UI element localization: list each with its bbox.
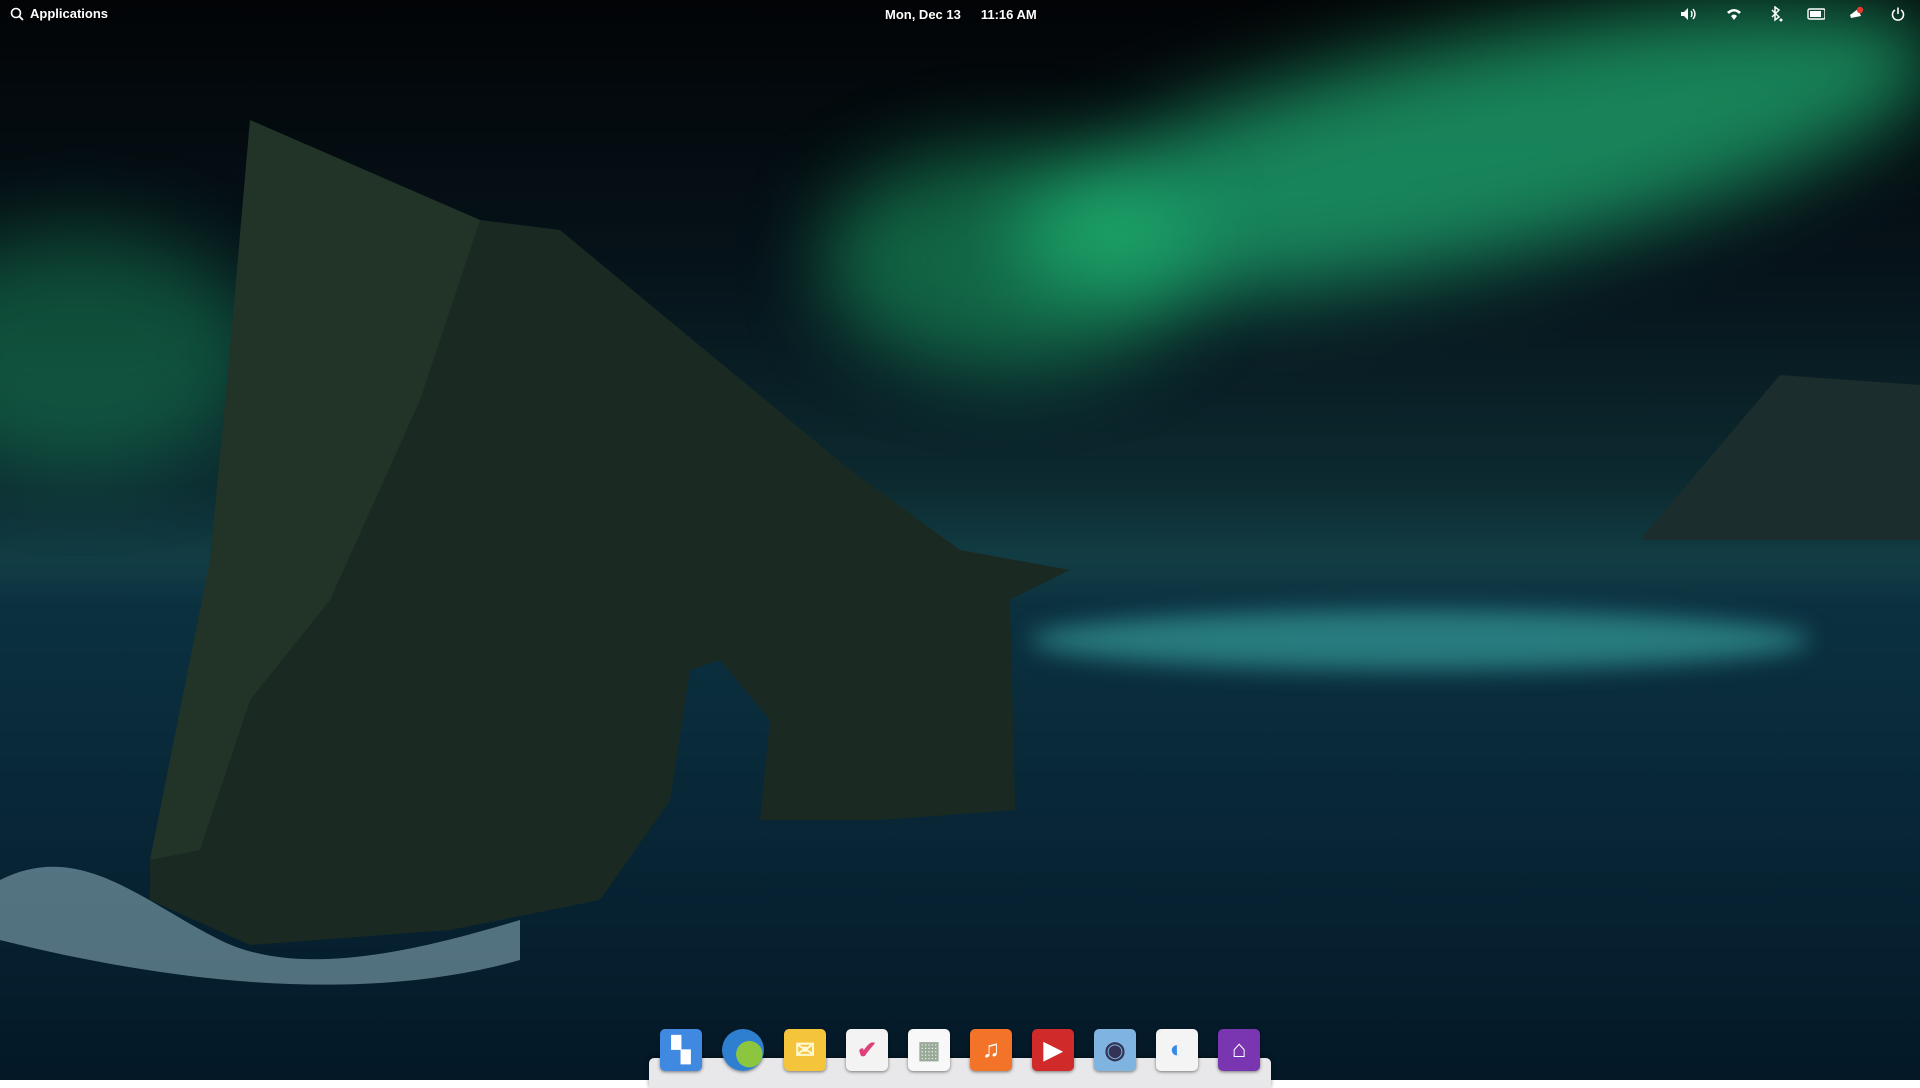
dock-item-photos-icon[interactable]: ◉ (1094, 1029, 1136, 1071)
battery-icon[interactable] (1807, 5, 1825, 23)
applications-menu-button[interactable]: Applications (10, 6, 108, 21)
power-icon[interactable] (1889, 5, 1907, 23)
dock-item-system-settings-icon[interactable]: ◐ (1156, 1029, 1198, 1071)
applications-label: Applications (30, 6, 108, 21)
search-icon (10, 7, 24, 21)
volume-icon[interactable] (1680, 5, 1698, 23)
wifi-icon[interactable] (1725, 5, 1743, 23)
datetime-indicator[interactable]: Mon, Dec 13 11:16 AM (885, 7, 1037, 22)
dock-item-calendar-icon[interactable]: ▦ (908, 1029, 950, 1071)
top-panel: Applications Mon, Dec 13 11:16 AM (0, 0, 1920, 28)
sea-stack-rock (0, 0, 1920, 1080)
desktop-wallpaper (0, 0, 1920, 1080)
date-label: Mon, Dec 13 (885, 7, 961, 22)
dock-item-web-browser-icon[interactable] (722, 1029, 764, 1071)
dock-item-app-center-icon[interactable]: ⌂ (1218, 1029, 1260, 1071)
dock-item-multitasking-view-icon[interactable]: ▚ (660, 1029, 702, 1071)
dock-item-mail-icon[interactable]: ✉ (784, 1029, 826, 1071)
time-label: 11:16 AM (981, 7, 1037, 22)
notifications-icon[interactable] (1847, 5, 1865, 23)
dock-item-videos-icon[interactable]: ▶ (1032, 1029, 1074, 1071)
bluetooth-icon[interactable] (1767, 5, 1785, 23)
dock-item-music-icon[interactable]: ♫ (970, 1029, 1012, 1071)
dock-item-tasks-icon[interactable]: ✔ (846, 1029, 888, 1071)
